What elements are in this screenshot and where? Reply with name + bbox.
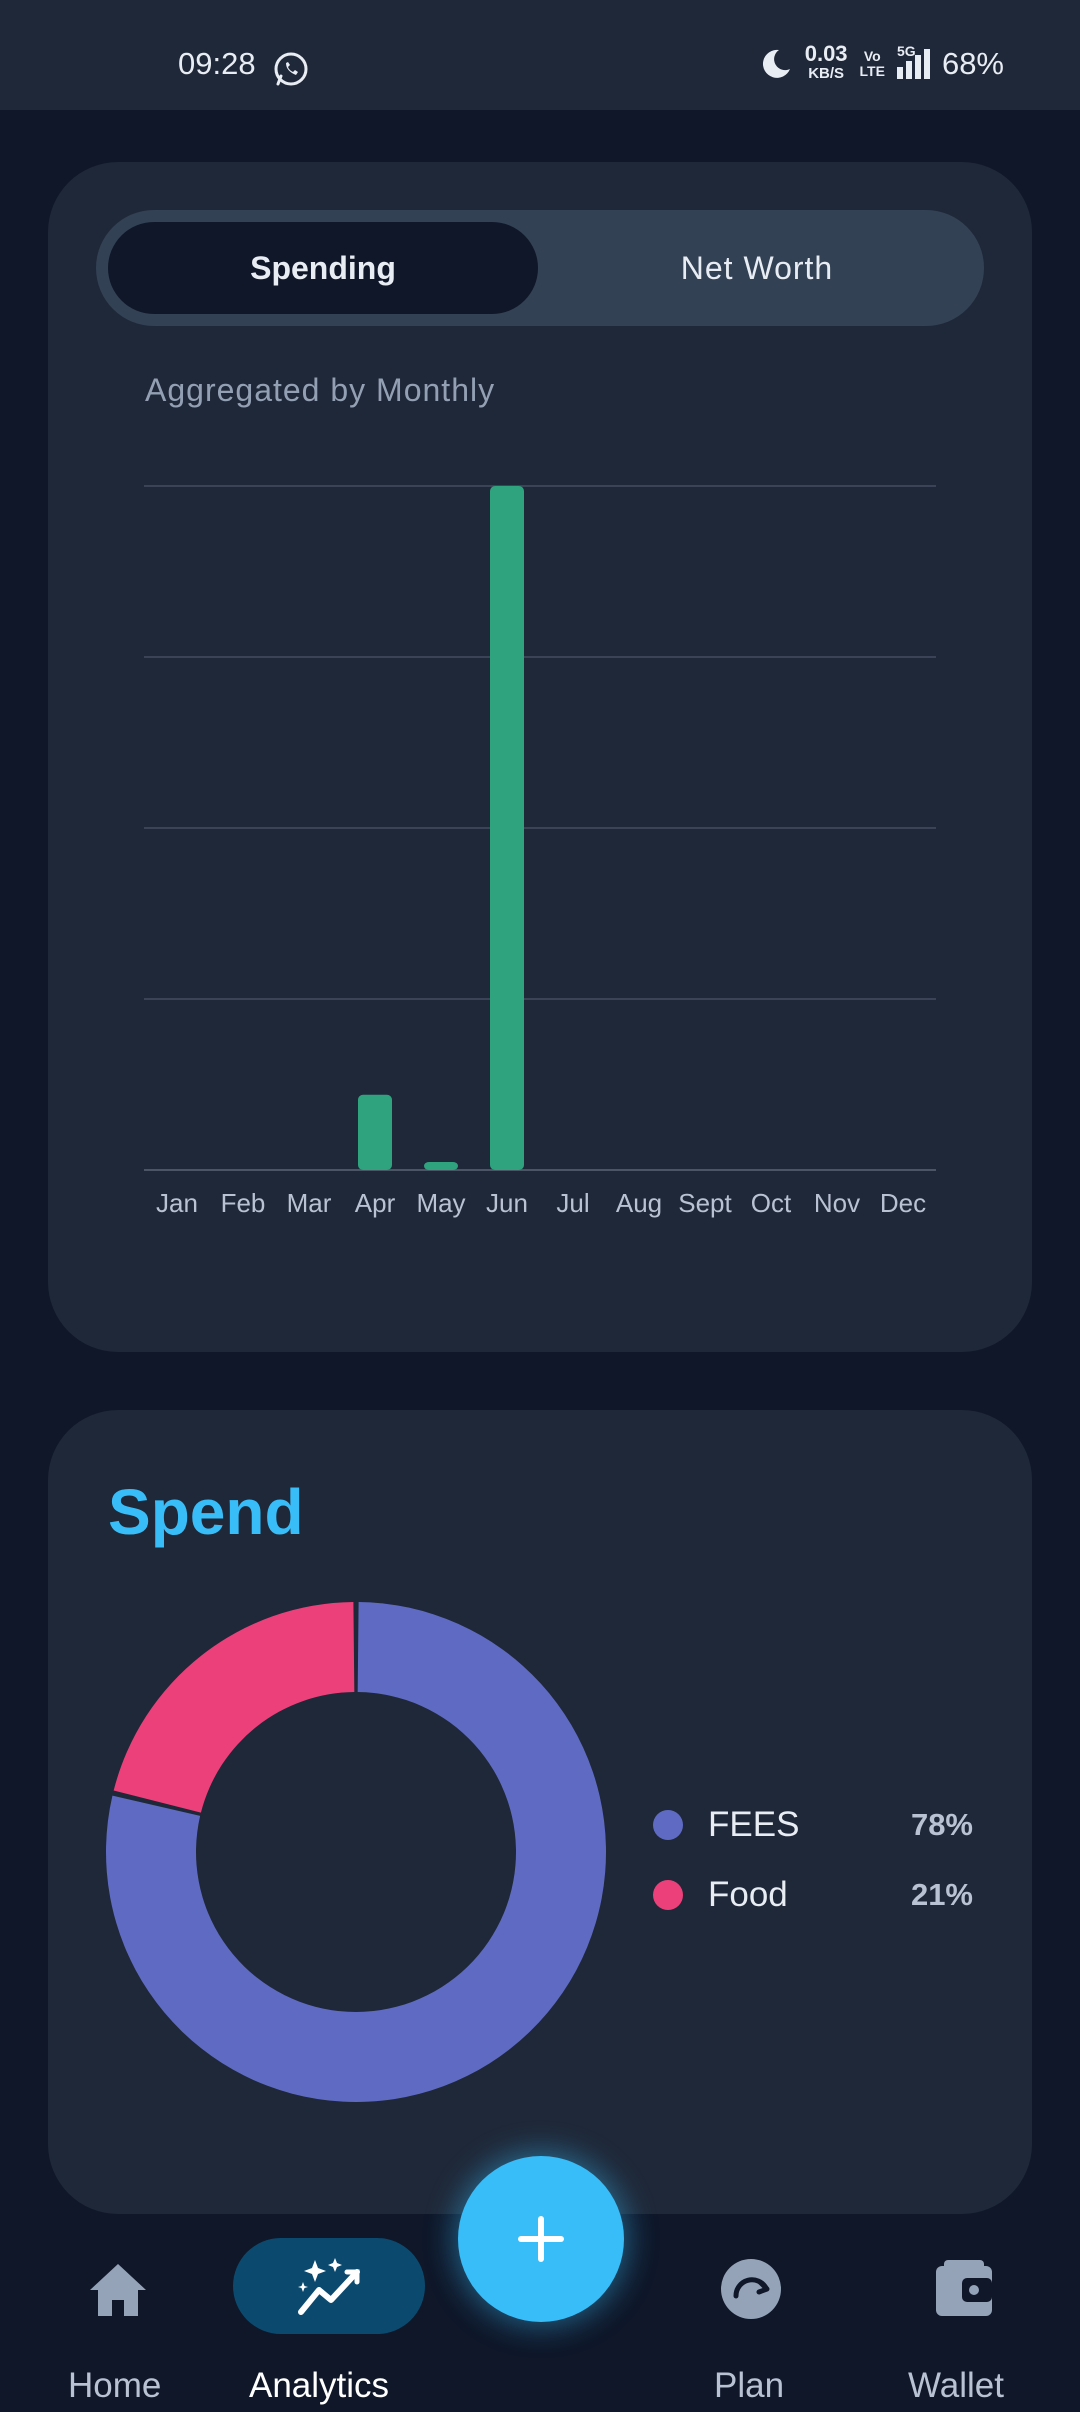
nav-item-home[interactable]: Home bbox=[40, 2214, 195, 2412]
bar-apr[interactable] bbox=[358, 1094, 392, 1170]
spending-chart-card: Spending Net Worth Aggregated by Monthly… bbox=[48, 162, 1032, 1352]
nav-item-plan[interactable]: Plan bbox=[700, 2214, 810, 2412]
legend-item-food[interactable]: Food 21% bbox=[653, 1860, 973, 1930]
bar-jun[interactable] bbox=[490, 486, 524, 1170]
plan-icon bbox=[721, 2259, 781, 2319]
x-tick-label: May bbox=[416, 1188, 465, 1218]
signal-icon: 5G bbox=[896, 43, 930, 79]
analytics-icon bbox=[298, 2258, 360, 2315]
bar-may[interactable] bbox=[424, 1162, 458, 1170]
legend-dot-food bbox=[653, 1880, 683, 1910]
monthly-bar-chart: Jan Feb Mar Apr May Jun Jul Aug Sept Oct Nov Dec bbox=[144, 485, 936, 1218]
x-tick-label: Dec bbox=[880, 1188, 926, 1218]
status-indicators: 0.03 KB/S Vo LTE 5G 68% bbox=[759, 41, 1004, 84]
nav-item-wallet[interactable]: Wallet bbox=[900, 2214, 1030, 2412]
volte-bottom: LTE bbox=[859, 63, 885, 79]
nav-label-home: Home bbox=[68, 2366, 162, 2405]
volte-indicator: Vo LTE bbox=[860, 49, 885, 79]
add-transaction-button[interactable] bbox=[458, 2156, 624, 2322]
x-tick-label: Nov bbox=[814, 1188, 860, 1218]
nav-label-wallet: Wallet bbox=[908, 2366, 1004, 2405]
status-bar: 09:28 0.03 KB/S Vo LTE 5G 68% bbox=[0, 0, 1080, 110]
x-tick-label: Jul bbox=[556, 1188, 589, 1218]
legend-percentage: 78% bbox=[910, 1807, 973, 1842]
x-tick-label: Oct bbox=[751, 1188, 792, 1218]
x-tick-label: Mar bbox=[287, 1188, 332, 1218]
moon-icon bbox=[762, 49, 790, 78]
battery-level: 68% bbox=[941, 46, 1004, 81]
x-tick-label: Jun bbox=[486, 1188, 528, 1218]
spend-donut-chart bbox=[106, 1602, 607, 2102]
spend-legend: FEES 78% Food 21% bbox=[653, 1790, 973, 1930]
network-speed-unit: KB/S bbox=[808, 65, 845, 82]
plus-icon bbox=[518, 2216, 564, 2262]
wallet-icon bbox=[936, 2260, 992, 2316]
nav-label-plan: Plan bbox=[714, 2366, 785, 2405]
nav-item-analytics[interactable]: Analytics bbox=[233, 2214, 425, 2412]
legend-item-fees[interactable]: FEES 78% bbox=[653, 1790, 973, 1860]
network-type: 5G bbox=[896, 43, 916, 59]
whatsapp-icon bbox=[274, 52, 308, 86]
legend-name: FEES bbox=[708, 1805, 800, 1844]
slice-food[interactable] bbox=[113, 1602, 355, 1813]
x-tick-label: Sept bbox=[678, 1188, 732, 1218]
x-tick-label: Apr bbox=[355, 1188, 396, 1218]
network-speed: 0.03 KB/S bbox=[804, 41, 848, 84]
x-tick-label: Feb bbox=[221, 1188, 266, 1218]
x-tick-label: Aug bbox=[616, 1188, 662, 1218]
legend-percentage: 21% bbox=[910, 1877, 973, 1912]
network-speed-value: 0.03 bbox=[804, 41, 848, 66]
status-time: 09:28 bbox=[178, 46, 256, 81]
volte-top: Vo bbox=[863, 48, 881, 64]
x-tick-label: Jan bbox=[156, 1188, 198, 1218]
nav-label-analytics: Analytics bbox=[249, 2366, 390, 2405]
legend-name: Food bbox=[708, 1875, 788, 1914]
home-icon bbox=[90, 2264, 146, 2316]
spend-card: Spend FEES 78% Food 21% bbox=[48, 1410, 1032, 2214]
legend-dot-fees bbox=[653, 1810, 683, 1840]
